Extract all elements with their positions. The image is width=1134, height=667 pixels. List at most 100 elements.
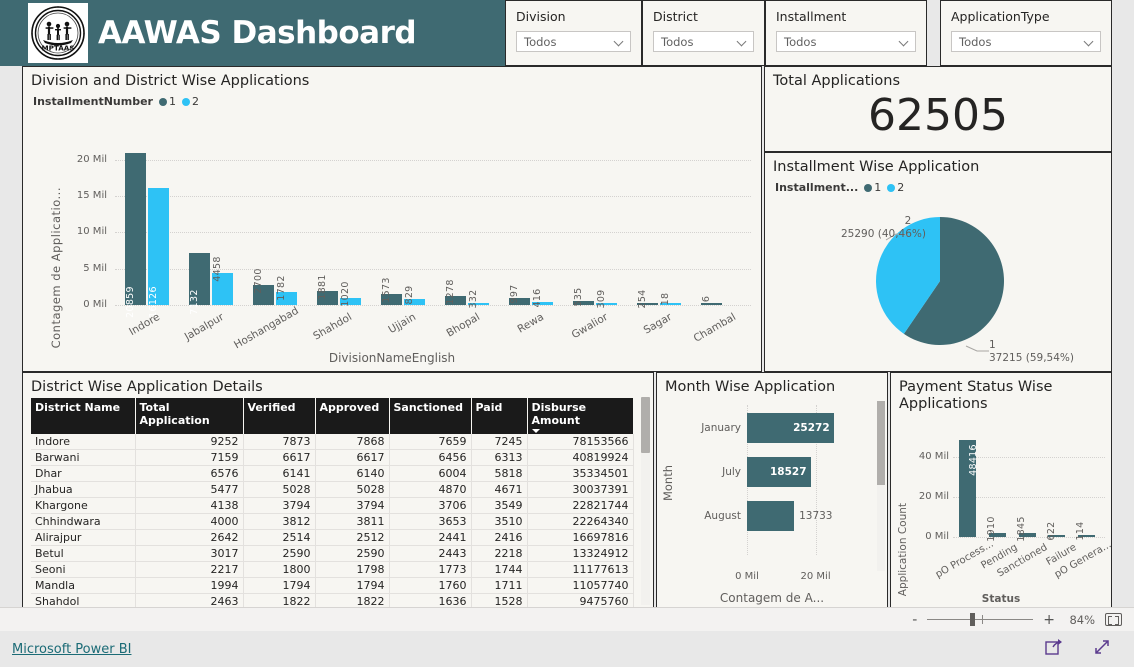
bar-group[interactable]: 1278 332 [445,279,489,308]
table-cell: 7659 [389,434,472,451]
card-value: 62505 [868,90,1008,142]
table-cell: 1773 [389,561,472,579]
bar-group[interactable]: 6 [701,296,745,305]
table-header-paid[interactable]: Paid [471,398,528,435]
bar-2[interactable]: 416 [532,288,553,308]
table-header-total-application[interactable]: Total Application [135,398,244,435]
month-chart-scrollbar-thumb[interactable] [877,401,885,485]
table-cell: 5028 [243,481,316,499]
bar-group[interactable]: 1881 1020 [317,275,361,306]
slicer-installment[interactable]: Installment Todos [765,0,927,66]
dashboard-page: MPTAAS AAWAS Dashboard Division Todos Di… [0,0,1134,667]
zoom-slider[interactable] [927,613,1034,626]
bar-1[interactable]: 7132 [189,253,210,315]
bar-category-label: Rewa [515,311,546,336]
month-bar[interactable] [747,501,795,531]
bar-chart-legend[interactable]: InstallmentNumber 1 2 [23,90,761,108]
bar-1[interactable]: 997 [509,284,530,305]
details-table: District Name Total Application Verified Ap… [31,398,634,642]
bar-group[interactable]: 254 18 [637,289,681,309]
bar-group[interactable]: 997 416 [509,284,553,308]
bar-group[interactable]: 7132 4458 [189,253,233,315]
table-cell: 7245 [471,434,528,451]
bar-2[interactable]: 1020 [340,281,361,306]
microsoft-power-bi-link[interactable]: Microsoft Power BI [12,642,131,657]
table-row[interactable]: Dhar 6576 6141 6140 6004 5818 35334501 [31,465,634,483]
table-row[interactable]: Betul 3017 2590 2590 2443 2218 13324912 [31,545,634,563]
month-wise-application-chart[interactable]: Month Wise Application Month Contagem de… [656,372,888,610]
table-header-row[interactable]: District Name Total Application Verified Ap… [31,398,634,435]
zoom-slider-tick [982,615,984,624]
bar-2[interactable]: 4458 [212,256,233,305]
slicer-application-type-dropdown[interactable]: Todos [951,31,1101,52]
bar-1[interactable]: 1573 [381,277,402,305]
bar-value-label: 332 [467,289,479,309]
fullscreen-icon[interactable] [1092,637,1112,661]
table-scrollbar-thumb[interactable] [641,397,650,453]
table-row[interactable]: Khargone 4138 3794 3794 3706 3549 22821744 [31,497,634,515]
bar-1[interactable]: 254 [637,289,658,309]
total-applications-card[interactable]: Total Applications 62505 [764,66,1112,152]
table-row[interactable]: Indore 9252 7873 7868 7659 7245 78153566 [31,434,634,451]
bar-1[interactable]: 535 [573,288,594,307]
table-row[interactable]: Barwani 7159 6617 6617 6456 6313 40819924 [31,449,634,467]
table-row[interactable]: Mandla 1994 1794 1794 1760 1711 11057740 [31,577,634,595]
share-icon[interactable] [1044,637,1064,661]
table-header-approved[interactable]: Approved [315,398,390,435]
bar-chart-y-tick: 20 Mil [76,153,107,165]
slicer-division[interactable]: Division Todos [505,0,642,66]
zoom-in-button[interactable]: + [1043,613,1055,627]
slicer-installment-label: Installment [776,9,847,24]
legend-item-1[interactable]: 1 [158,95,176,108]
app-title: AAWAS Dashboard [98,15,417,51]
bar-value-label: 7132 [188,289,200,315]
bar-2[interactable]: 1782 [276,275,297,305]
table-cell: 6617 [243,449,316,467]
table-row[interactable]: Alirajpur 2642 2514 2512 2441 2416 16697816 [31,529,634,547]
slicer-application-type[interactable]: ApplicationType Todos [940,0,1112,66]
bar-2[interactable]: 18 [660,293,681,305]
slicer-district[interactable]: District Todos [642,0,765,66]
table-header-sanctioned[interactable]: Sanctioned [389,398,472,435]
slicer-district-dropdown[interactable]: Todos [653,31,754,52]
table-cell: 1744 [471,561,528,579]
legend-item-2[interactable]: 2 [181,95,199,108]
bar-1[interactable]: 20859 [125,153,146,318]
bar-1[interactable]: 2700 [253,269,274,305]
table-row[interactable]: Jhabua 5477 5028 5028 4870 4671 30037391 [31,481,634,499]
bar-2[interactable]: 16126 [148,187,169,318]
fit-to-page-icon[interactable] [1105,613,1122,626]
table-cell: 2512 [315,529,390,547]
bar-2[interactable]: 332 [468,289,489,308]
bar-2[interactable]: 829 [404,285,425,305]
bar-value-label: 309 [595,289,607,309]
bar-1[interactable]: 1278 [445,279,466,305]
bar-group[interactable]: 20859 16126 [125,153,169,318]
bar-group[interactable]: 535 309 [573,288,617,308]
table-cell: 6456 [389,449,472,467]
table-header-disburse-amount[interactable]: Disburse Amount [527,398,634,435]
chevron-down-icon [737,36,748,47]
slicer-division-dropdown[interactable]: Todos [516,31,631,52]
table-row[interactable]: Chhindwara 4000 3812 3811 3653 3510 22264340 [31,513,634,531]
bar-2[interactable]: 309 [596,289,617,308]
bar-1[interactable]: 6 [701,296,722,305]
zoom-out-button[interactable]: - [912,613,917,627]
table-header-verified[interactable]: Verified [243,398,316,435]
payment-status-chart[interactable]: Payment Status Wise Applications Applica… [890,372,1113,610]
bar-group[interactable]: 1573 829 [381,277,425,305]
slicer-installment-dropdown[interactable]: Todos [776,31,916,52]
bar-group[interactable]: 2700 1782 [253,269,297,305]
bar-1[interactable]: 1881 [317,275,338,305]
table-header-district-name[interactable]: District Name [31,398,136,435]
district-wise-details-table[interactable]: District Wise Application Details Distri… [22,372,654,642]
table-row[interactable]: Seoni 2217 1800 1798 1773 1744 11177613 [31,561,634,579]
division-district-bar-chart[interactable]: Division and District Wise Applications … [22,66,762,372]
table-scrollbar[interactable] [641,397,650,605]
installment-wise-pie-chart[interactable]: Installment Wise Application Installment… [764,152,1112,372]
pie-chart-legend[interactable]: Installment... 1 2 [765,176,1111,194]
month-chart-scrollbar[interactable] [877,401,885,571]
zoom-slider-thumb[interactable] [970,613,976,626]
month-category-label: January [701,422,741,434]
chevron-down-icon [899,36,910,47]
